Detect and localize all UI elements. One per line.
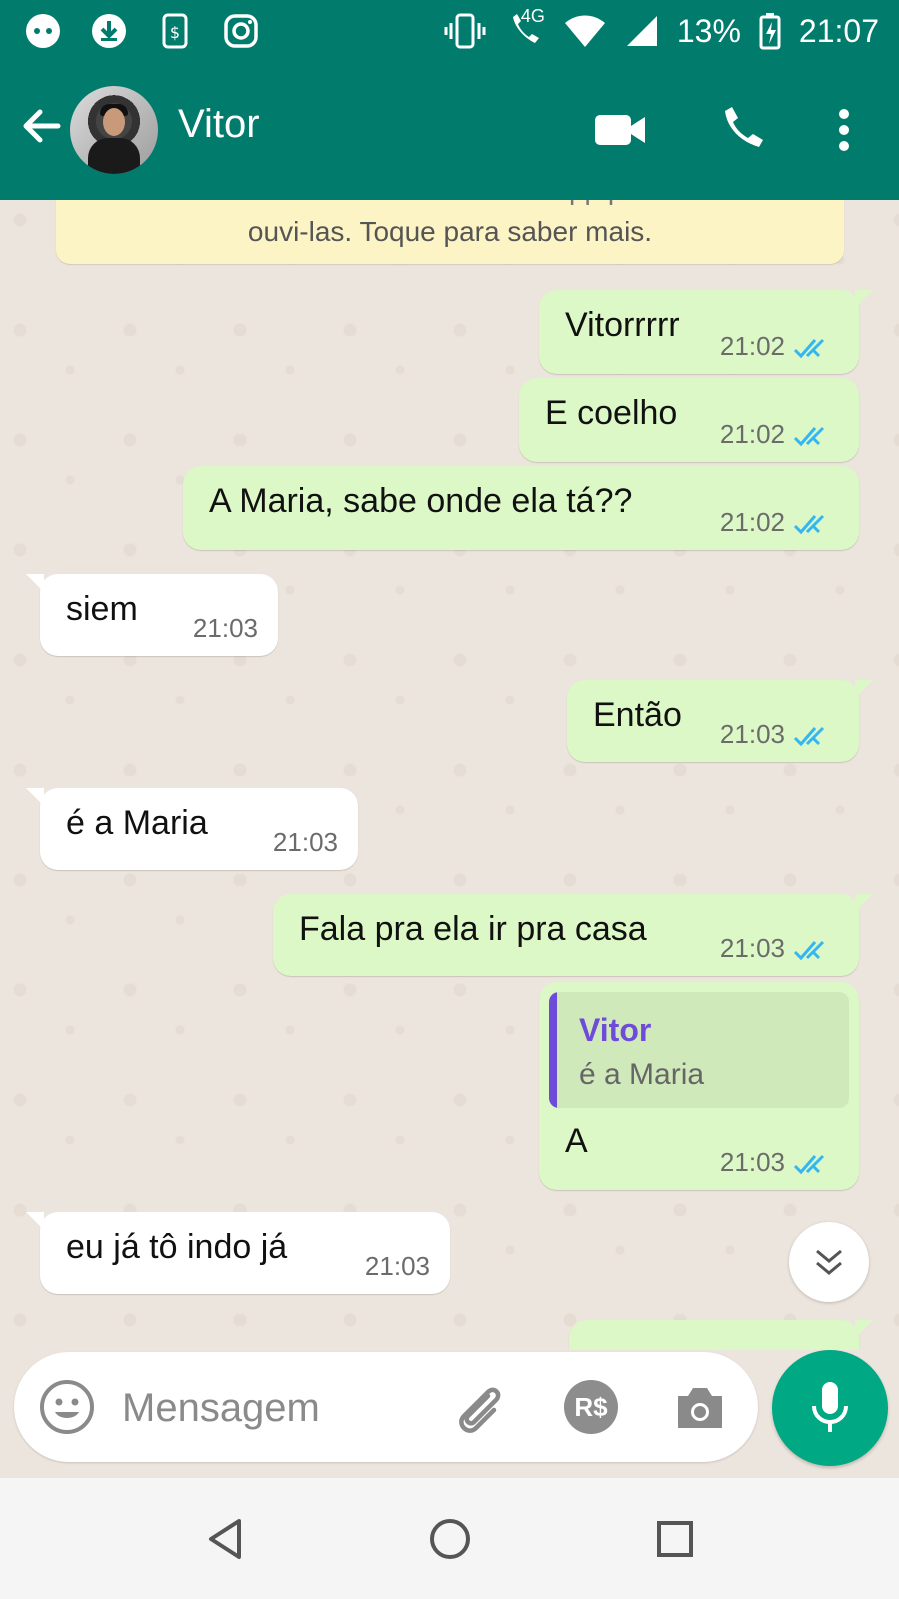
camera-icon[interactable] xyxy=(672,1382,728,1434)
voice-call-icon[interactable] xyxy=(712,102,768,158)
vibrate-icon xyxy=(443,10,487,52)
attach-icon[interactable] xyxy=(450,1380,506,1436)
message-time: 21:02 xyxy=(719,331,785,361)
message-text: é a Maria xyxy=(66,804,208,842)
navigation-bar xyxy=(0,1478,899,1599)
nav-back-icon[interactable] xyxy=(198,1512,252,1566)
message-time: 21:03 xyxy=(272,827,338,857)
message-text: Fala pra ela ir pra casa xyxy=(299,910,647,948)
message-text: A xyxy=(565,1122,588,1160)
download-icon xyxy=(88,10,130,52)
message-list[interactable]: conversa. Nem mesmo o WhatsApp pode ler … xyxy=(0,200,899,1350)
read-ticks-icon xyxy=(793,514,825,535)
message-text: Vitorrrrr xyxy=(565,306,680,344)
signal-icon xyxy=(625,10,659,52)
message-text: E coelho xyxy=(545,394,678,432)
video-call-icon[interactable] xyxy=(592,102,648,158)
message-bubble[interactable]: A Maria, sabe onde ela tá?? 21:02 xyxy=(183,466,859,550)
message-time: 21:02 xyxy=(719,419,785,449)
partial-message-bubble[interactable] xyxy=(569,1320,873,1350)
nav-recents-icon[interactable] xyxy=(648,1512,702,1566)
message-bubble[interactable]: siem 21:03 xyxy=(26,574,278,656)
more-options-icon[interactable] xyxy=(816,102,872,158)
battery-percent: 13% xyxy=(676,12,741,49)
instagram-icon xyxy=(220,10,262,52)
message-bubble[interactable]: eu já tô indo já 21:03 xyxy=(26,1212,450,1294)
message-time: 21:02 xyxy=(719,507,785,537)
message-time: 21:03 xyxy=(719,933,785,963)
message-text: A Maria, sabe onde ela tá?? xyxy=(209,482,633,520)
face-icon xyxy=(22,10,64,52)
message-text: Então xyxy=(593,696,682,734)
emoji-icon[interactable] xyxy=(38,1378,96,1436)
message-time: 21:03 xyxy=(192,613,258,643)
message-bubble[interactable]: é a Maria 21:03 xyxy=(26,788,358,870)
message-bubble[interactable]: E coelho 21:02 xyxy=(519,378,859,462)
mic-button[interactable] xyxy=(772,1350,888,1466)
encryption-notice[interactable]: conversa. Nem mesmo o WhatsApp pode ler … xyxy=(56,200,844,264)
svg-text:$: $ xyxy=(170,23,180,42)
chevron-down-icon xyxy=(816,1249,842,1275)
read-ticks-icon xyxy=(793,940,825,961)
status-bar: $ 4G 13% 21:07 xyxy=(0,0,899,64)
read-ticks-icon xyxy=(793,426,825,447)
scroll-to-bottom-button[interactable] xyxy=(789,1222,869,1302)
battery-icon xyxy=(759,10,781,52)
quoted-author: Vitor xyxy=(579,1012,652,1048)
nav-home-icon[interactable] xyxy=(423,1512,477,1566)
clock: 21:07 xyxy=(798,12,879,49)
message-time: 21:03 xyxy=(719,1147,785,1177)
payment-button[interactable]: R$ xyxy=(564,1380,618,1434)
message-bubble[interactable]: Então 21:03 xyxy=(567,680,873,762)
message-bubble[interactable]: Vitorrrrr 21:02 xyxy=(539,290,873,374)
wifi-icon xyxy=(563,10,607,52)
chat-header: Vitor xyxy=(0,64,899,200)
message-time: 21:03 xyxy=(719,719,785,749)
read-ticks-icon xyxy=(793,338,825,359)
message-text: eu já tô indo já xyxy=(66,1228,288,1266)
phone-sync-icon: $ xyxy=(154,10,196,52)
back-arrow-icon[interactable] xyxy=(18,102,66,150)
mic-icon xyxy=(812,1382,848,1432)
network-indicator: 4G xyxy=(505,6,545,52)
read-ticks-icon xyxy=(793,726,825,747)
message-composer: R$ xyxy=(14,1352,758,1462)
message-text: siem xyxy=(66,590,138,628)
reply-message-bubble[interactable]: Vitor é a Maria A 21:03 xyxy=(539,982,859,1190)
message-bubble[interactable]: Fala pra ela ir pra casa 21:03 xyxy=(273,894,873,976)
read-ticks-icon xyxy=(793,1154,825,1175)
contact-name[interactable]: Vitor xyxy=(178,102,260,147)
message-input[interactable] xyxy=(120,1374,424,1442)
quoted-text: é a Maria xyxy=(579,1058,705,1091)
avatar[interactable] xyxy=(70,86,158,174)
message-time: 21:03 xyxy=(364,1251,430,1281)
quoted-message[interactable]: Vitor é a Maria xyxy=(549,992,849,1108)
